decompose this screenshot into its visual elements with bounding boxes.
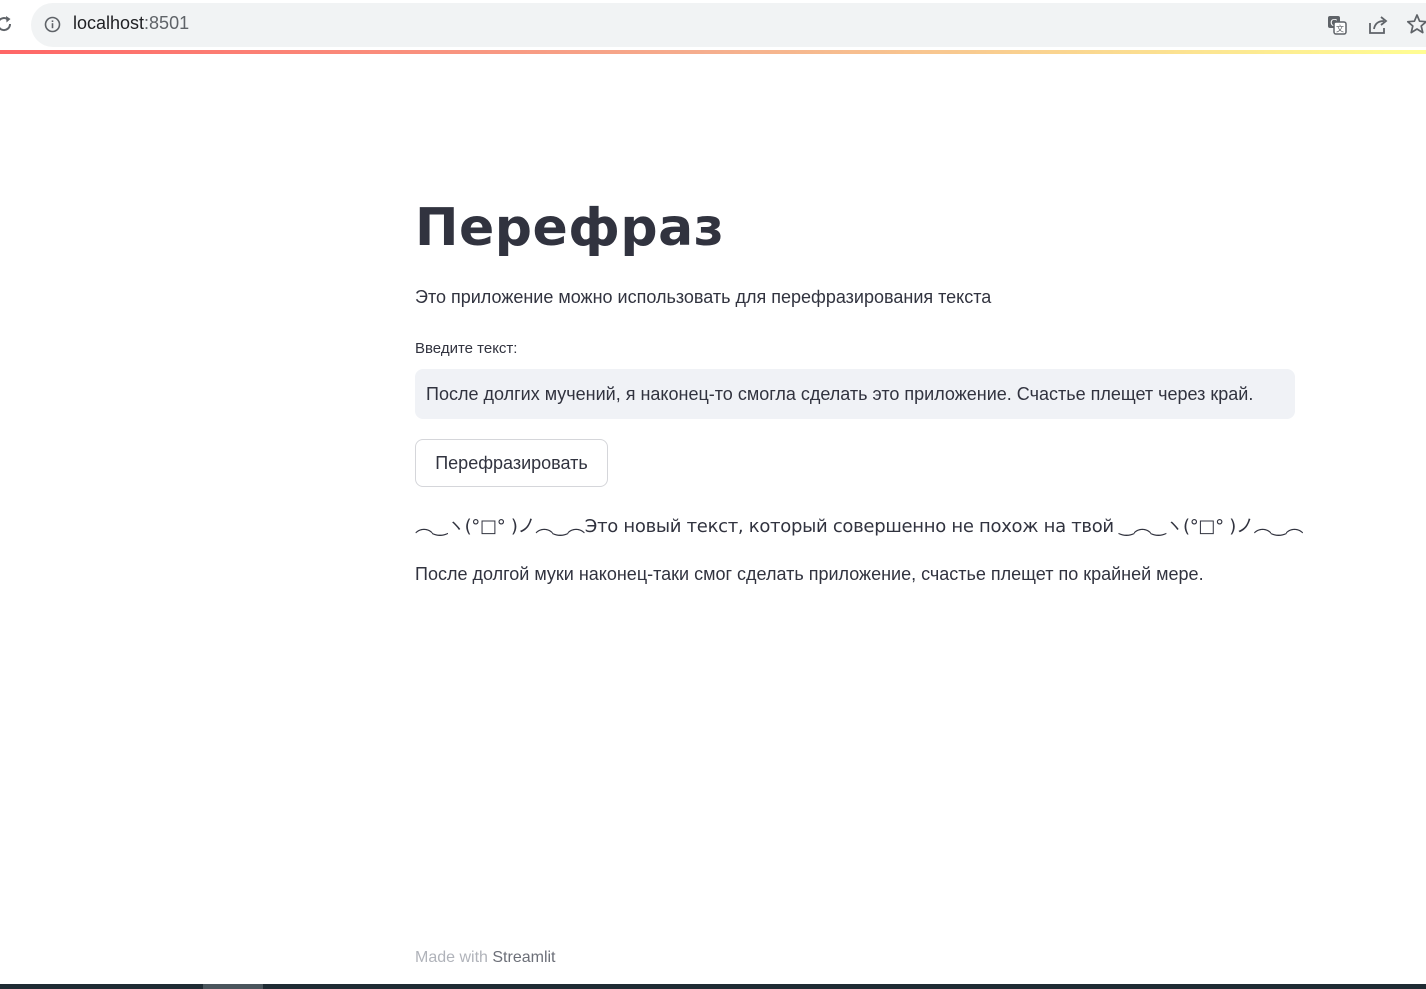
- footer-prefix: Made with: [415, 949, 493, 966]
- footer: Made with Streamlit: [415, 949, 556, 967]
- reload-icon[interactable]: [0, 14, 14, 34]
- share-icon[interactable]: [1367, 14, 1389, 36]
- taskbar-active-item: [203, 984, 263, 989]
- url-text[interactable]: localhost:8501: [73, 13, 189, 34]
- info-icon[interactable]: [44, 16, 61, 33]
- address-bar[interactable]: [31, 3, 1426, 47]
- star-icon[interactable]: [1406, 13, 1426, 35]
- text-input[interactable]: [415, 369, 1295, 419]
- page-title: Перефраз: [415, 198, 725, 258]
- page-subtitle: Это приложение можно использовать для пе…: [415, 287, 992, 307]
- translate-icon[interactable]: G 文: [1326, 14, 1348, 36]
- paraphrase-button[interactable]: Перефразировать: [415, 439, 608, 487]
- result-text: После долгой муки наконец-таки смог сдел…: [415, 564, 1204, 584]
- app-top-decoration: [0, 50, 1426, 54]
- url-port: :8501: [144, 13, 190, 33]
- input-label: Введите текст:: [415, 340, 518, 357]
- browser-toolbar: localhost:8501 G 文: [0, 0, 1426, 50]
- url-host: localhost: [73, 13, 145, 33]
- svg-text:文: 文: [1336, 24, 1344, 34]
- streamlit-link[interactable]: Streamlit: [492, 949, 555, 966]
- result-header: ︵‿ヽ(°□° )ノ︵‿︵Это новый текст, который со…: [415, 516, 1304, 537]
